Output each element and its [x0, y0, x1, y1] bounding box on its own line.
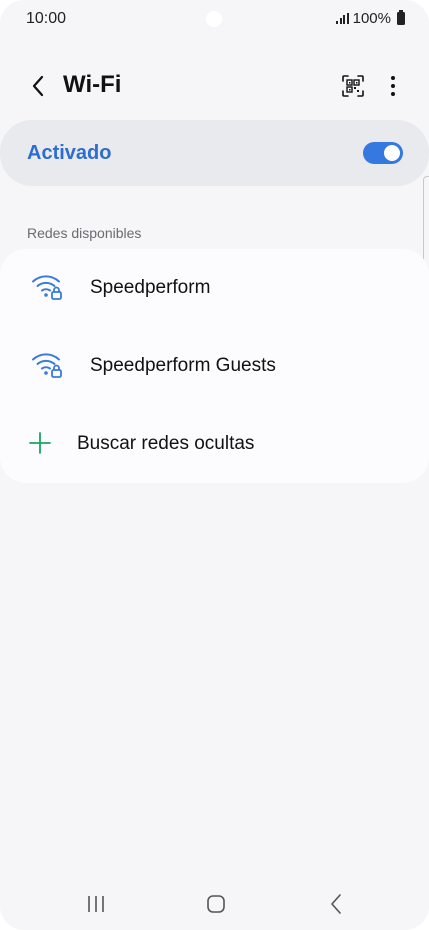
status-indicators: 100%	[336, 10, 405, 27]
navigation-bar	[0, 878, 429, 930]
add-hidden-network-button[interactable]: Buscar redes ocultas	[0, 405, 429, 483]
network-item[interactable]: Speedperform Guests	[0, 327, 429, 405]
network-name: Speedperform	[90, 277, 211, 298]
back-button[interactable]	[22, 70, 54, 102]
network-name: Speedperform Guests	[90, 355, 276, 376]
more-options-button[interactable]	[378, 70, 408, 102]
page-title: Wi-Fi	[63, 71, 122, 98]
wifi-settings-screen: 10:00 100% Wi-Fi Activado Redes disponib…	[0, 0, 429, 930]
wifi-toggle[interactable]	[363, 142, 403, 164]
back-nav-button[interactable]	[316, 888, 356, 920]
add-hidden-network-label: Buscar redes ocultas	[77, 433, 255, 454]
available-networks-header: Redes disponibles	[27, 225, 142, 241]
signal-icon	[336, 13, 349, 24]
networks-list: Speedperform Speedperform Guests Buscar …	[0, 249, 429, 483]
recent-apps-button[interactable]	[76, 888, 116, 920]
wifi-master-switch[interactable]: Activado	[0, 120, 429, 186]
recent-apps-icon	[88, 896, 104, 912]
status-time: 10:00	[26, 10, 67, 27]
wifi-locked-icon	[32, 275, 62, 300]
status-bar: 10:00 100%	[0, 0, 429, 40]
more-options-icon	[391, 76, 395, 96]
network-item[interactable]: Speedperform	[0, 249, 429, 327]
plus-icon	[29, 432, 51, 454]
wifi-locked-icon	[32, 353, 62, 378]
master-switch-label: Activado	[27, 142, 112, 164]
battery-percentage: 100%	[352, 10, 391, 27]
qr-code-button[interactable]	[336, 70, 370, 102]
home-button[interactable]	[196, 888, 236, 920]
battery-icon	[397, 10, 405, 25]
toggle-knob	[384, 145, 400, 161]
home-icon	[207, 895, 225, 913]
qr-code-icon	[342, 75, 364, 97]
front-camera	[206, 11, 222, 27]
header: Wi-Fi	[0, 60, 429, 112]
back-icon	[32, 75, 44, 97]
back-nav-icon	[331, 894, 341, 914]
